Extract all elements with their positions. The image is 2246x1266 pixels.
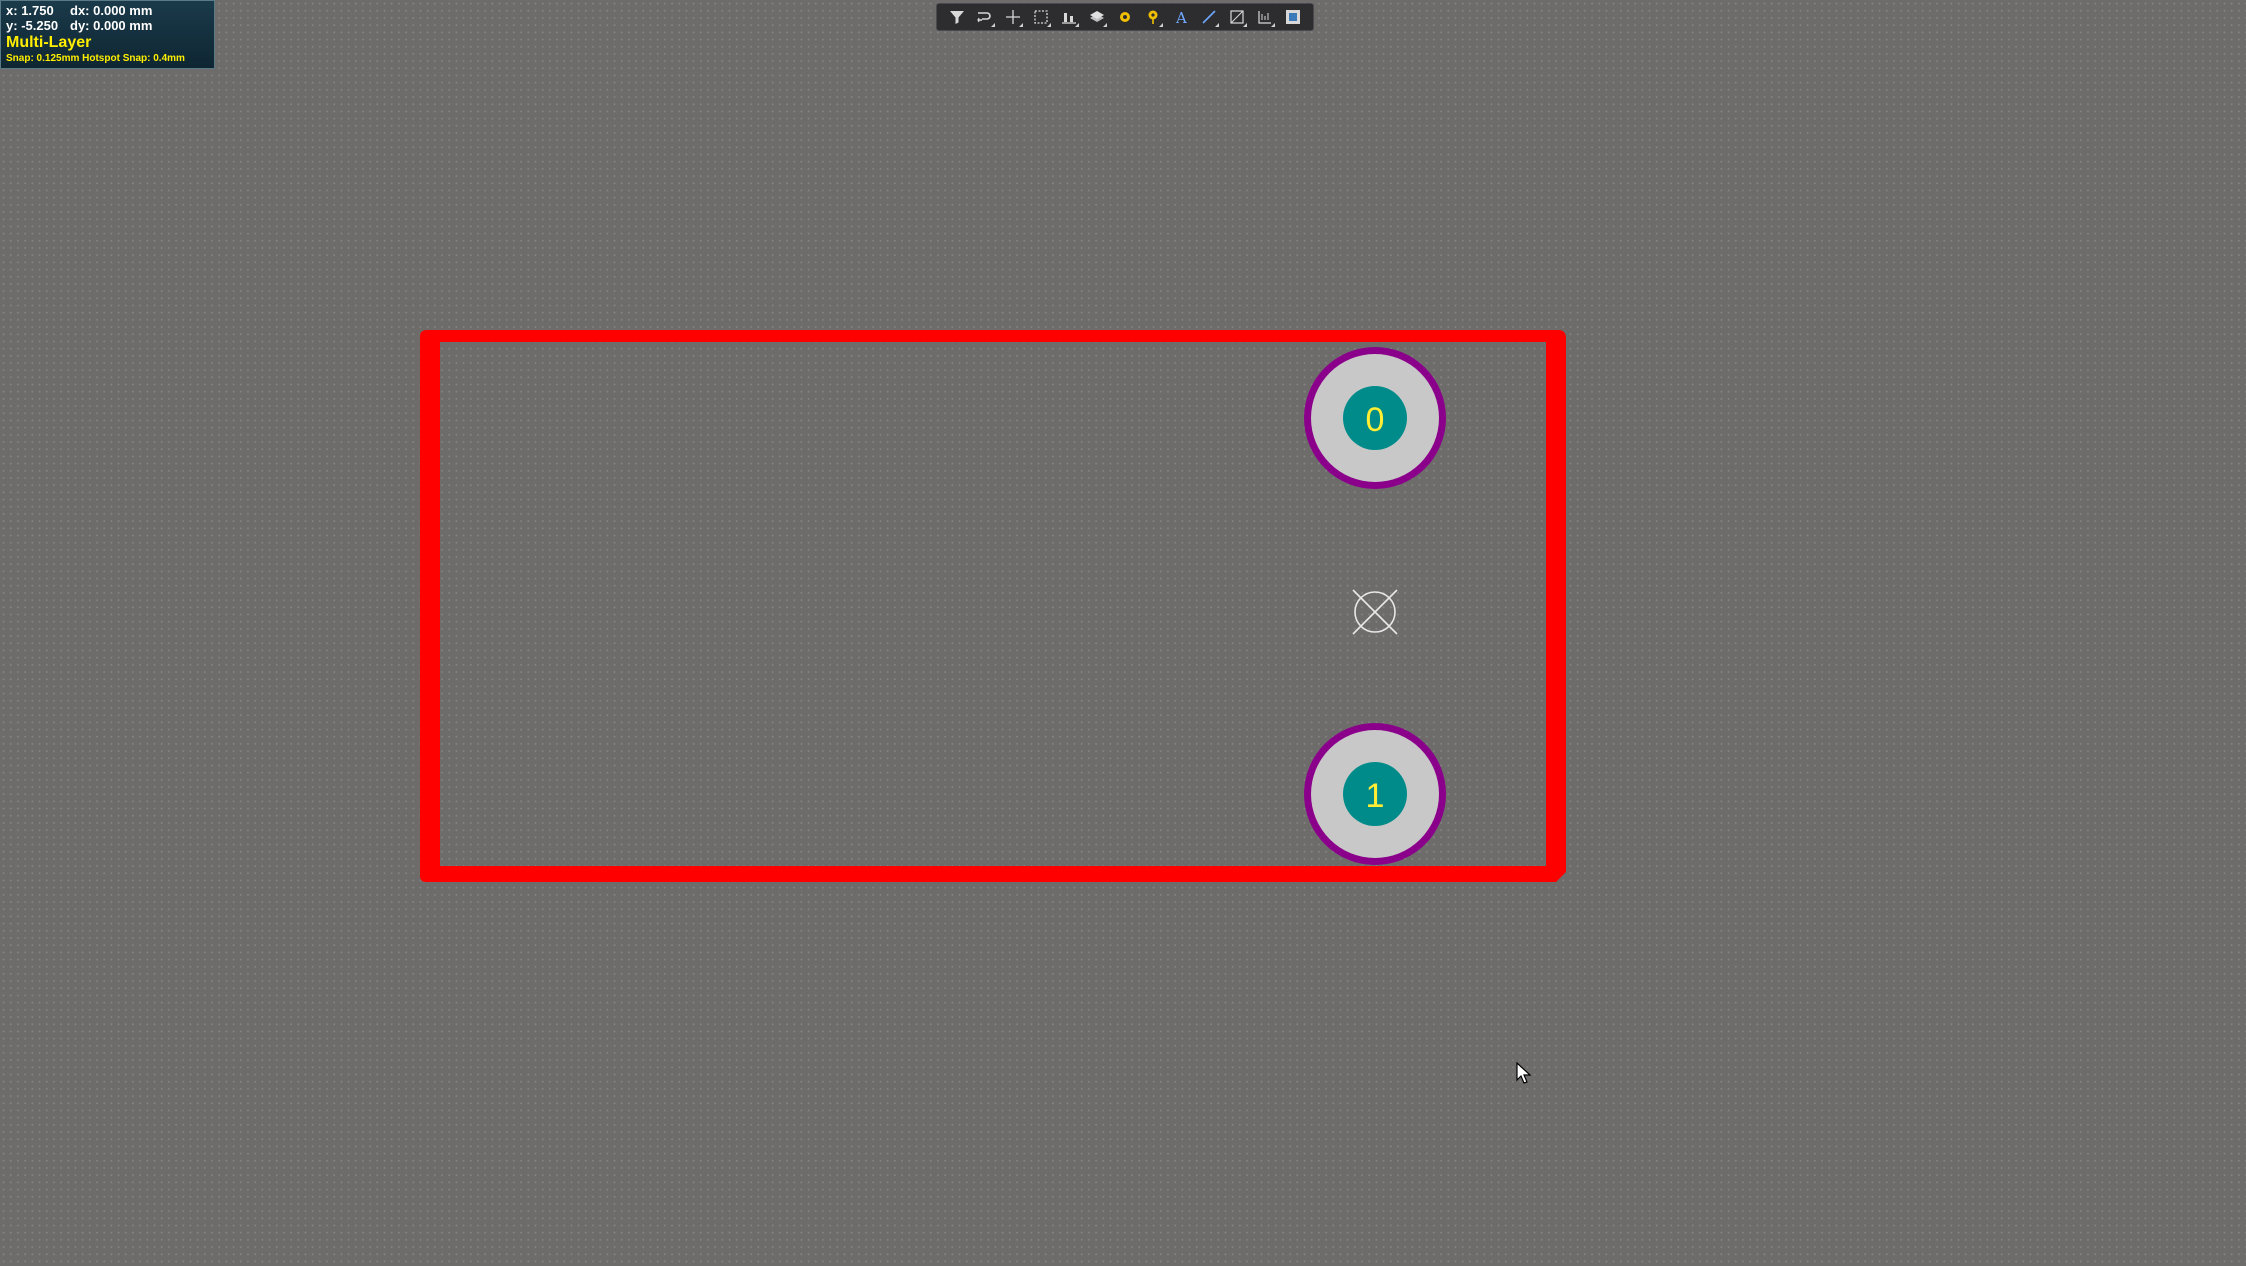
dx-value: 0.000 mm [93,3,153,18]
align-button[interactable] [1055,4,1083,30]
pad-0-designator: 0 [1366,401,1385,439]
board-shape-button[interactable] [1279,4,1307,30]
pad-1[interactable]: 1 [1304,723,1446,865]
coordinate-readout: x: 1.750 dx: 0.000 mm y: -5.250 dy: 0.00… [0,0,215,69]
hud-y-row: y: -5.250 dy: 0.000 mm [6,18,214,33]
mouse-cursor-icon [1516,1062,1532,1084]
x-value: 1.750 [21,3,54,18]
snap-info: Snap: 0.125mm Hotspot Snap: 0.4mm [6,53,185,64]
current-layer: Multi-Layer [6,34,92,51]
dy-label: dy: [70,18,90,33]
x-label: x: [6,3,18,18]
active-bar-toolbar: A [936,3,1314,31]
select-rect-button[interactable] [1027,4,1055,30]
region-button[interactable] [1223,4,1251,30]
y-value: -5.250 [21,18,59,33]
via-button[interactable] [1139,4,1167,30]
dimension-button[interactable] [1251,4,1279,30]
pcb-canvas[interactable]: 0 1 [0,0,2246,1266]
text-icon: A [1175,9,1187,26]
dx-label: dx: [70,3,90,18]
board-shape-icon [1286,10,1300,24]
filter-icon [950,11,964,24]
text-button[interactable]: A [1167,4,1195,30]
filter-button[interactable] [943,4,971,30]
hud-x-row: x: 1.750 dx: 0.000 mm [6,3,214,18]
line-button[interactable] [1195,4,1223,30]
crosshair-button[interactable] [999,4,1027,30]
pad-1-designator: 1 [1366,777,1385,815]
y-label: y: [6,18,18,33]
layers-button[interactable] [1083,4,1111,30]
pad-0[interactable]: 0 [1304,347,1446,489]
pad-icon [1120,12,1130,22]
dy-value: 0.000 mm [93,18,153,33]
svg-text:A: A [1175,9,1187,26]
route-button[interactable] [971,4,999,30]
pad-button[interactable] [1111,4,1139,30]
origin-marker-icon [1352,589,1398,635]
